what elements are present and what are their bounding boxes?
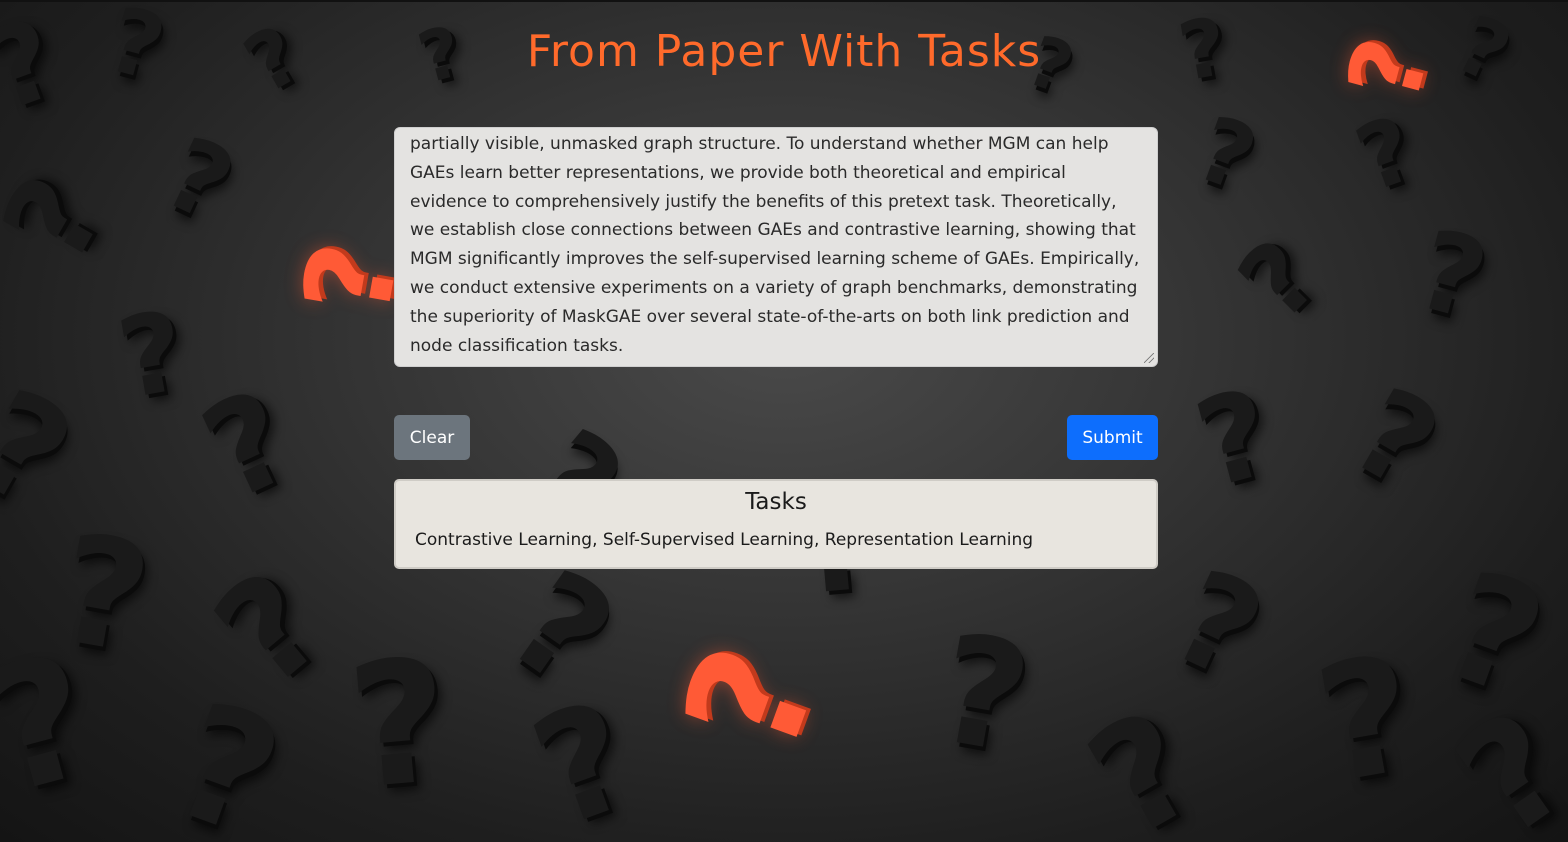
tasks-heading: Tasks: [745, 489, 807, 515]
abstract-text[interactable]: partially visible, unmasked graph struct…: [410, 134, 1139, 356]
top-border: [0, 0, 1568, 2]
clear-button[interactable]: Clear: [394, 415, 470, 460]
question-mark-icon: ?: [341, 622, 458, 828]
question-mark-icon: ?: [1304, 619, 1429, 820]
question-mark-icon: ?: [1404, 204, 1500, 346]
question-mark-icon: ?: [925, 601, 1042, 789]
question-mark-icon: ?: [1330, 361, 1460, 518]
question-mark-icon: ?: [148, 114, 251, 245]
question-mark-icon: ?: [181, 360, 315, 530]
question-mark-icon: ?: [1151, 540, 1285, 710]
resize-handle[interactable]: [1144, 353, 1154, 363]
abstract-textarea[interactable]: partially visible, unmasked graph struct…: [394, 127, 1158, 367]
question-mark-icon: ?: [1216, 217, 1341, 342]
question-mark-icon: ?: [1343, 96, 1429, 213]
tasks-list: Contrastive Learning, Self-Supervised Le…: [415, 530, 1034, 550]
question-mark-icon: ?: [1183, 96, 1269, 213]
question-mark-icon: ?: [1062, 677, 1225, 842]
question-mark-icon: ?: [1427, 678, 1568, 842]
question-mark-icon: ?: [109, 286, 195, 424]
submit-button[interactable]: Submit: [1067, 415, 1158, 460]
question-mark-icon: ?: [512, 668, 655, 842]
tasks-panel: Tasks Contrastive Learning, Self-Supervi…: [394, 479, 1158, 569]
page-title: From Paper With Tasks: [526, 26, 1042, 77]
question-mark-icon: ?: [1183, 363, 1287, 516]
red-question-mark-icon: ?: [647, 624, 855, 776]
question-mark-icon: ?: [150, 665, 303, 842]
question-mark-icon: ?: [0, 154, 132, 285]
